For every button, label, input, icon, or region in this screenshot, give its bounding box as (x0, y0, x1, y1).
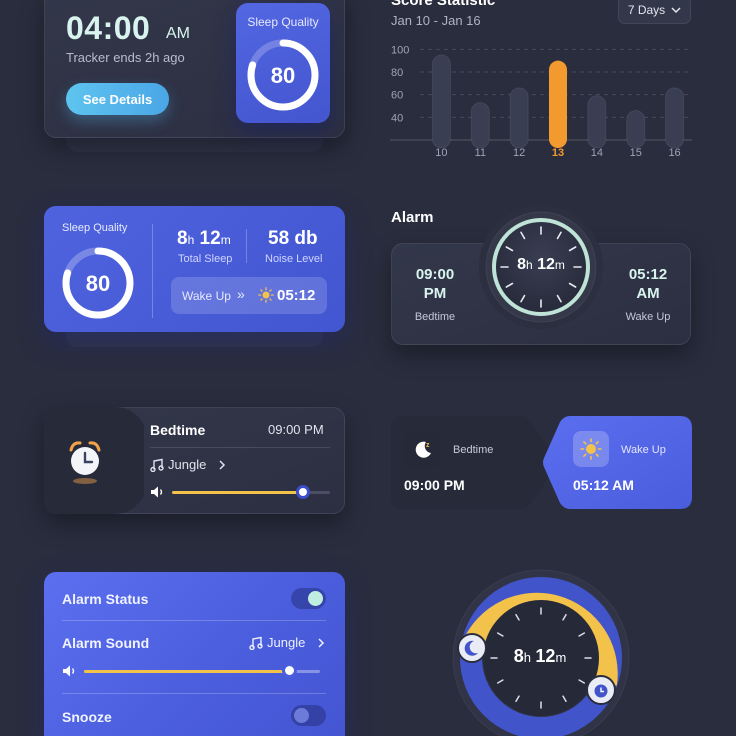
bedtime-volume-fill (172, 491, 304, 494)
period-select[interactable]: 7 Days (618, 0, 691, 24)
moon-icon-box: z (405, 431, 441, 467)
alarm-clock-dial (479, 207, 603, 329)
bar-15[interactable] (626, 110, 646, 149)
period-select-value: 7 Days (627, 3, 666, 17)
wakeup-time: 05:12 (277, 287, 316, 304)
chevron-right-icon (219, 459, 226, 470)
alarm-wake-label: Wake Up (625, 311, 671, 323)
score-statistic-title: Score Statistic (391, 0, 496, 9)
moon-handle[interactable] (457, 633, 487, 663)
see-details-button[interactable]: See Details (66, 83, 169, 115)
alarm-volume-fill (84, 670, 290, 673)
bedtime-player-title: Bedtime (150, 422, 206, 438)
bar-12[interactable] (509, 87, 529, 149)
divider (62, 620, 326, 621)
sleep-summary-quality-ring: 80 (62, 247, 134, 319)
divider (62, 693, 326, 694)
tracker-time: 04:00 (66, 10, 151, 46)
divider (152, 224, 153, 318)
sun-icon (580, 438, 602, 460)
snooze-label: Snooze (62, 709, 112, 725)
sleep-quality-mini-ring: 80 (247, 39, 319, 111)
chevron-right-icon (318, 637, 325, 648)
sun-icon (258, 287, 274, 303)
alarm-sound-label: Alarm Sound (62, 635, 150, 651)
sleep-summary-quality-value: 80 (86, 271, 110, 296)
sleep-quality-mini-value: 80 (271, 63, 295, 88)
bar-10[interactable] (431, 54, 451, 149)
noise-level-value: 58 db (268, 228, 318, 249)
x-tick-label: 10 (435, 147, 447, 159)
bedtime-sound-value: Jungle (168, 457, 207, 472)
bedtime-chip-time: 09:00 PM (404, 477, 465, 493)
wake-chip[interactable] (540, 416, 692, 509)
alarm-status-label: Alarm Status (62, 591, 149, 607)
wakeup-label: Wake Up (182, 289, 231, 303)
volume-icon (151, 486, 163, 498)
alarm-clock-panel (44, 407, 144, 514)
bedtime-sound-selector[interactable]: Jungle (150, 457, 228, 472)
total-sleep-label: Total Sleep (178, 253, 233, 265)
sun-icon-box (573, 431, 609, 467)
alarm-handle[interactable] (586, 675, 616, 705)
chevron-down-icon (671, 6, 681, 13)
alarm-sound-value: Jungle (267, 635, 306, 650)
volume-icon (63, 665, 75, 677)
x-tick-label: 15 (630, 147, 642, 159)
alarm-status-toggle[interactable] (291, 588, 326, 609)
wake-chip-label: Wake Up (621, 444, 666, 456)
svg-text:z: z (426, 442, 430, 449)
x-tick-label: 16 (668, 147, 680, 159)
x-tick-label: 11 (475, 147, 486, 159)
sleep-quality-mini-title: Sleep Quality (247, 15, 319, 29)
double-chevron-icon: » (237, 286, 245, 302)
sleep-dial-duration: 8h 12m (513, 646, 567, 666)
y-tick-label: 100 (391, 44, 409, 56)
y-tick-label: 60 (391, 90, 403, 102)
y-tick-label: 80 (391, 67, 403, 79)
total-sleep-value: 8h 12m (177, 228, 231, 249)
bar-13[interactable] (549, 60, 567, 148)
alarm-bedtime-time[interactable]: 09:00 PM (405, 265, 465, 303)
x-tick-label: 12 (513, 147, 525, 159)
bedtime-player-time[interactable]: 09:00 PM (268, 422, 324, 437)
score-statistic-range: Jan 10 - Jan 16 (391, 13, 481, 28)
divider (246, 229, 247, 263)
snooze-toggle[interactable] (291, 705, 326, 726)
bedtime-chip-label: Bedtime (453, 444, 494, 456)
alarm-bedtime-label: Bedtime (414, 311, 456, 323)
bar-14[interactable] (587, 95, 607, 149)
bar-16[interactable] (665, 87, 685, 149)
music-note-icon (150, 458, 164, 472)
tracker-subtitle: Tracker ends 2h ago (66, 50, 185, 65)
alarm-volume-handle[interactable] (281, 663, 297, 678)
alarm-wake-time[interactable]: 05:12 AM (618, 265, 678, 303)
x-tick-label: 13 (552, 147, 564, 159)
y-tick-label: 40 (391, 112, 403, 124)
alarm-sound-selector[interactable]: Jungle (249, 635, 327, 650)
noise-level-label: Noise Level (265, 253, 323, 265)
toggle-knob (308, 591, 323, 606)
sleep-summary-quality-title: Sleep Quality (62, 222, 128, 234)
music-note-icon (249, 636, 263, 650)
toggle-knob (294, 708, 309, 723)
divider (150, 447, 330, 448)
tracker-ampm: AM (166, 25, 190, 42)
bar-11[interactable] (470, 102, 490, 149)
x-tick-label: 14 (591, 147, 603, 159)
wake-chip-time: 05:12 AM (573, 477, 634, 493)
moon-icon: z (415, 441, 431, 458)
alarm-duration: 8h 12m (517, 256, 565, 273)
score-bar-chart: 100 80 60 40 10 11 12 13 14 15 16 (390, 44, 692, 159)
alarm-title: Alarm (391, 209, 434, 226)
